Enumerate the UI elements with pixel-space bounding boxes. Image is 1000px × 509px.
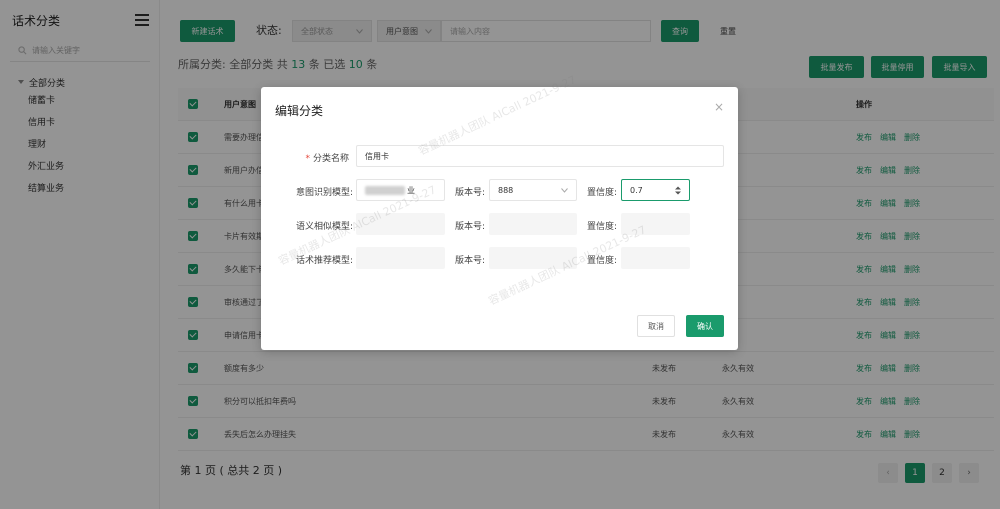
semantic-version-select[interactable] xyxy=(489,213,577,235)
category-name-label: * 分类名称 xyxy=(281,151,349,164)
stepper-arrows-icon[interactable] xyxy=(675,186,681,195)
close-icon[interactable]: × xyxy=(714,100,724,114)
recommend-confidence-label: 置信度: xyxy=(586,256,617,266)
intent-model-label: 意图识别模型: xyxy=(295,188,353,198)
recommend-confidence-input[interactable] xyxy=(621,247,690,269)
semantic-model-select[interactable] xyxy=(356,213,445,235)
recommend-model-select[interactable] xyxy=(356,247,445,269)
version-value: 888 xyxy=(498,185,514,195)
redacted-text xyxy=(365,185,405,195)
cancel-button[interactable]: 取消 xyxy=(637,315,675,337)
recommend-version-label: 版本号: xyxy=(454,256,485,266)
category-name-input[interactable]: 信用卡 xyxy=(356,145,724,167)
required-mark: * xyxy=(305,154,310,164)
confirm-button[interactable]: 确认 xyxy=(686,315,724,337)
category-name-label-text: 分类名称 xyxy=(312,154,349,164)
semantic-confidence-input[interactable] xyxy=(621,213,690,235)
semantic-confidence-label: 置信度: xyxy=(586,222,617,232)
confidence-stepper[interactable]: 0.7 xyxy=(621,179,690,201)
confidence-label: 置信度: xyxy=(586,188,617,198)
version-label: 版本号: xyxy=(454,188,485,198)
intent-model-select[interactable]: 业 xyxy=(356,179,445,201)
confidence-value: 0.7 xyxy=(630,185,643,195)
recommend-version-select[interactable] xyxy=(489,247,577,269)
edit-category-dialog: 编辑分类 × * 分类名称 信用卡 意图识别模型: 业 版本号: 888 置信度:… xyxy=(261,73,738,350)
semantic-version-label: 版本号: xyxy=(454,222,485,232)
version-select[interactable]: 888 xyxy=(489,179,577,201)
intent-model-value: 业 xyxy=(407,185,415,195)
semantic-model-label: 语义相似模型: xyxy=(295,222,353,232)
dialog-title: 编辑分类 xyxy=(275,104,324,118)
chevron-down-icon xyxy=(561,187,568,193)
recommend-model-label: 话术推荐模型: xyxy=(295,256,353,266)
